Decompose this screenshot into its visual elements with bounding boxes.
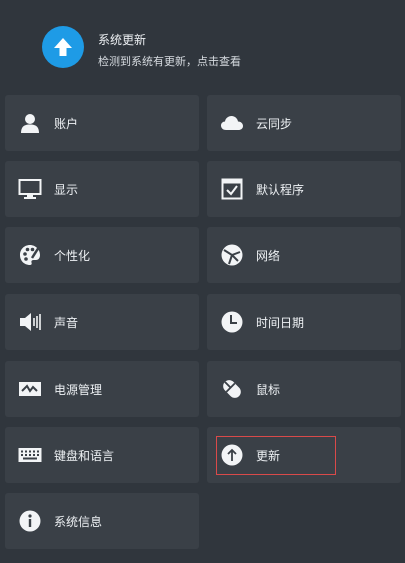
tile-label: 个性化 bbox=[54, 248, 91, 263]
tile-label: 键盘和语言 bbox=[54, 448, 115, 463]
tile-label: 显示 bbox=[54, 182, 79, 197]
tile-account[interactable]: 账户 bbox=[5, 95, 199, 151]
tile-label: 时间日期 bbox=[256, 315, 305, 330]
tile-label: 账户 bbox=[54, 116, 79, 131]
tile-label: 系统信息 bbox=[54, 514, 103, 529]
clock-icon bbox=[220, 310, 244, 334]
info-icon bbox=[18, 509, 42, 533]
keyboard-icon bbox=[18, 443, 42, 467]
banner-subtitle: 检测到系统有更新，点击查看 bbox=[98, 55, 241, 68]
tile-label: 更新 bbox=[256, 448, 281, 463]
update-icon bbox=[220, 443, 244, 467]
battery-icon bbox=[18, 377, 42, 401]
user-icon bbox=[18, 111, 42, 135]
tile-personalization[interactable]: 个性化 bbox=[5, 227, 199, 283]
tile-label: 电源管理 bbox=[54, 382, 103, 397]
up-arrow-icon bbox=[42, 26, 84, 68]
tile-system-info[interactable]: 系统信息 bbox=[5, 493, 199, 549]
mouse-icon bbox=[220, 377, 244, 401]
tile-sound[interactable]: 声音 bbox=[5, 294, 199, 350]
tile-label: 默认程序 bbox=[256, 182, 305, 197]
default-app-icon bbox=[220, 177, 244, 201]
tile-default-apps[interactable]: 默认程序 bbox=[207, 161, 401, 217]
tile-date-time[interactable]: 时间日期 bbox=[207, 294, 401, 350]
monitor-icon bbox=[18, 177, 42, 201]
tile-power[interactable]: 电源管理 bbox=[5, 361, 199, 417]
tile-label: 声音 bbox=[54, 315, 79, 330]
tile-mouse[interactable]: 鼠标 bbox=[207, 361, 401, 417]
system-update-banner[interactable]: 系统更新 检测到系统有更新，点击查看 bbox=[0, 0, 405, 90]
network-icon bbox=[220, 243, 244, 267]
tile-label: 鼠标 bbox=[256, 382, 281, 397]
tile-update[interactable]: 更新 bbox=[207, 427, 401, 483]
palette-icon bbox=[18, 243, 42, 267]
tile-cloud-sync[interactable]: 云同步 bbox=[207, 95, 401, 151]
banner-title: 系统更新 bbox=[98, 33, 147, 47]
tile-label: 云同步 bbox=[256, 116, 293, 131]
speaker-icon bbox=[18, 310, 42, 334]
cloud-icon bbox=[220, 111, 244, 135]
tile-display[interactable]: 显示 bbox=[5, 161, 199, 217]
tile-keyboard-language[interactable]: 键盘和语言 bbox=[5, 427, 199, 483]
tile-label: 网络 bbox=[256, 248, 281, 263]
tile-network[interactable]: 网络 bbox=[207, 227, 401, 283]
